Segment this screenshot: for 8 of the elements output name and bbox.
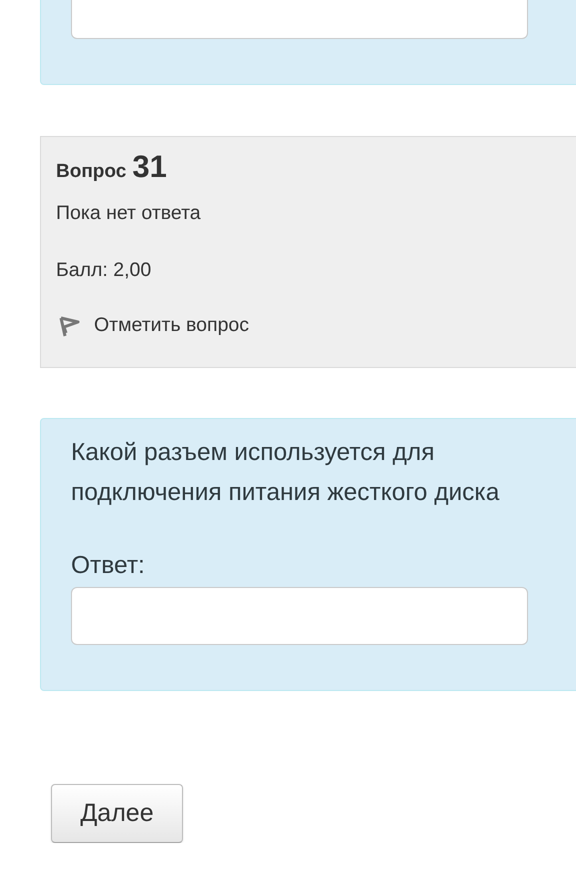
next-button[interactable]: Далее <box>51 784 183 843</box>
answer-label: Ответ: <box>71 551 145 581</box>
status-text: Пока нет ответа <box>56 202 201 225</box>
mark-text: Балл: 2,00 <box>56 259 152 282</box>
question-text: Какой разъем используется для подключения питания жесткого диска <box>71 438 500 508</box>
question-number: 31 <box>132 149 167 185</box>
question-label: Вопрос <box>56 161 126 183</box>
flag-question-link[interactable]: Отметить вопрос <box>94 314 250 336</box>
